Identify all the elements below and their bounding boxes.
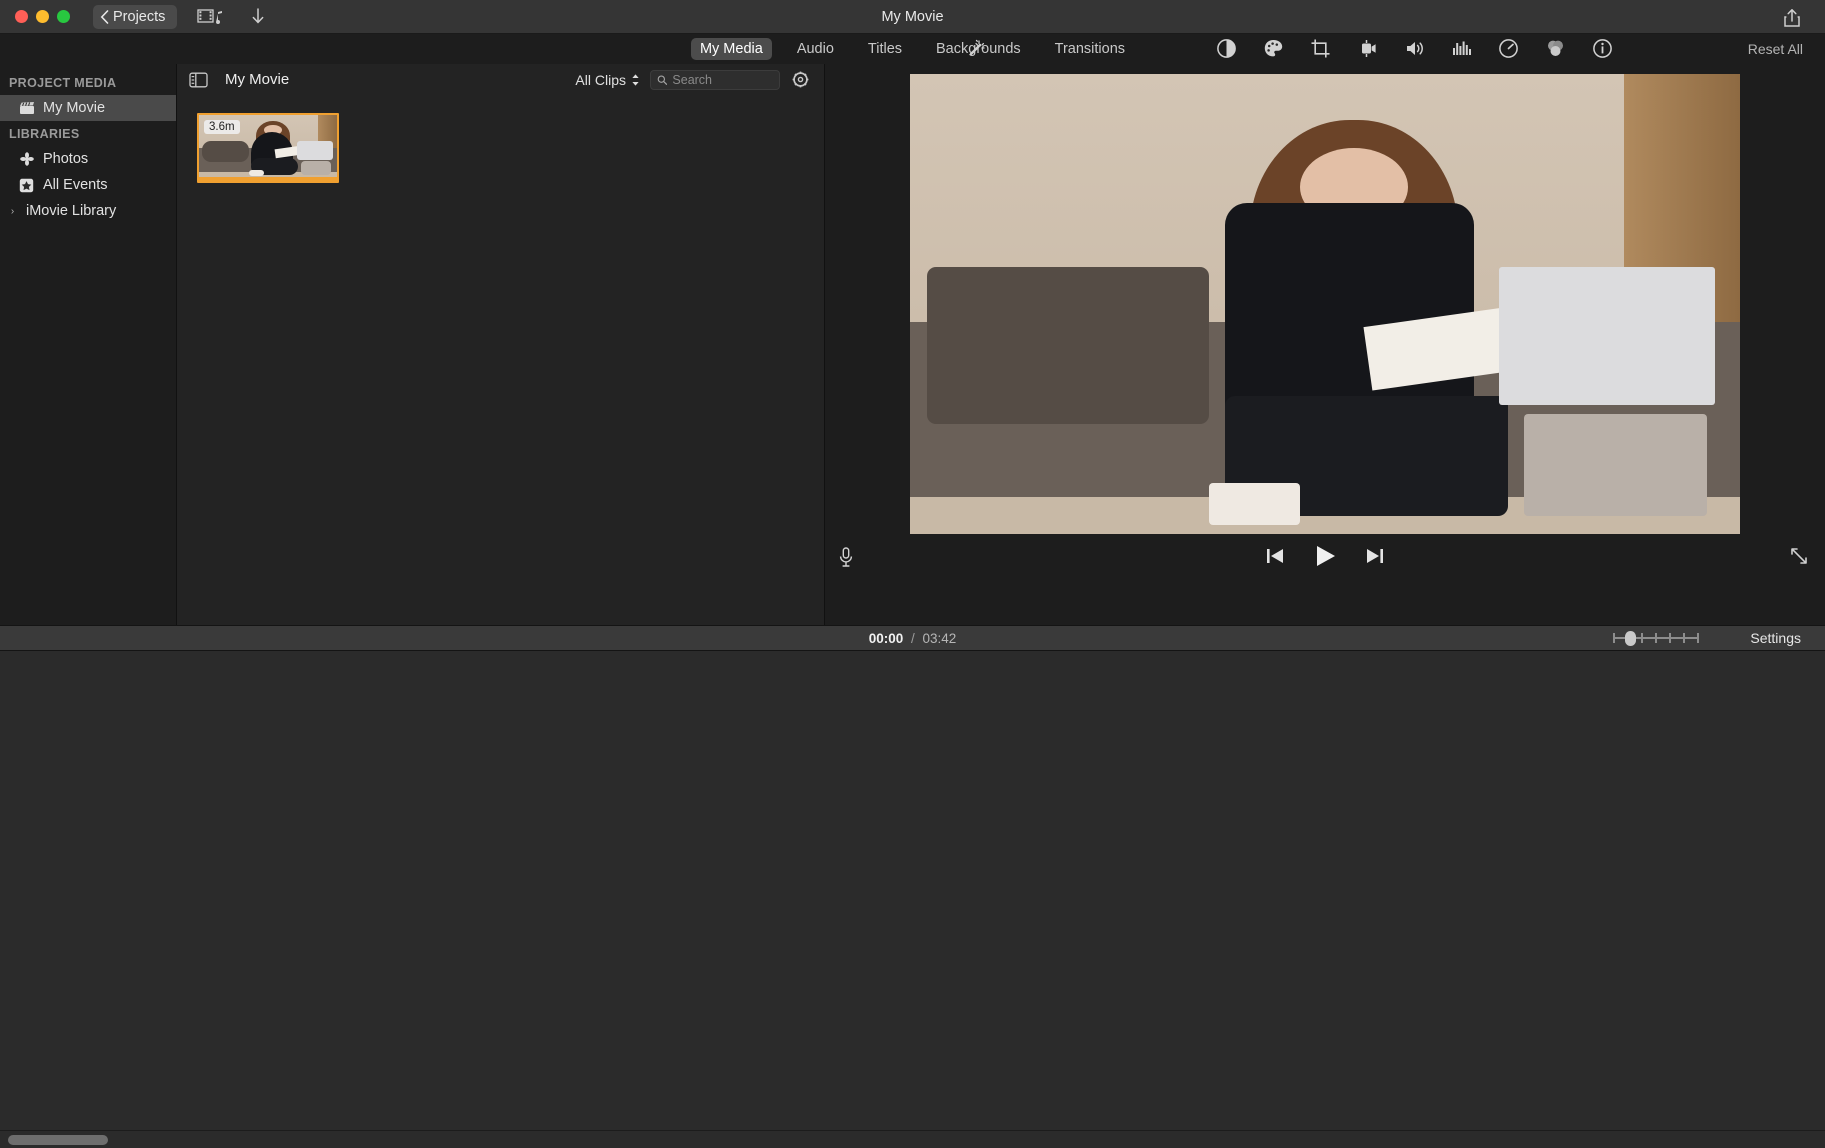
zoom-button[interactable]	[57, 10, 70, 23]
timeline-settings-button[interactable]: Settings	[1750, 630, 1801, 646]
viewer-frame-image	[910, 74, 1740, 534]
timeline-zoom-slider[interactable]	[1613, 631, 1699, 646]
media-browser-title: My Movie	[225, 71, 290, 88]
search-input[interactable]	[672, 72, 773, 87]
current-time: 00:00	[868, 630, 904, 646]
viewer-controls	[825, 534, 1825, 625]
media-tab-bar: My Media Audio Titles Backgrounds Transi…	[0, 34, 1825, 64]
sidebar-item-label: My Movie	[43, 100, 106, 116]
viewer-canvas[interactable]	[910, 74, 1740, 534]
clapperboard-icon	[18, 100, 35, 117]
search-icon	[657, 74, 668, 85]
clip-filter-dropdown[interactable]: All Clips	[575, 72, 640, 88]
color-balance-icon[interactable]	[1215, 37, 1238, 60]
media-browser-toolbar: My Movie All Clips	[177, 64, 824, 95]
clip-filter-label: All Clips	[575, 71, 626, 88]
timecode-display: 00:00 / 03:42	[0, 631, 1825, 646]
section-header-libraries: LIBRARIES	[9, 127, 80, 141]
sidebar-item-label: iMovie Library	[26, 203, 117, 219]
crop-icon[interactable]	[1309, 37, 1332, 60]
section-header-project-media: PROJECT MEDIA	[9, 76, 117, 90]
tab-transitions[interactable]: Transitions	[1046, 38, 1134, 60]
libraries-sidebar: PROJECT MEDIA My Movie LIBRARIES Photos …	[0, 64, 177, 625]
zoom-slider-knob[interactable]	[1625, 631, 1636, 646]
timeline[interactable]: How Many HoursShould You Study?How Many …	[0, 651, 1825, 1148]
equalizer-icon[interactable]	[1450, 37, 1473, 60]
media-browser-grid: 3.6m	[177, 95, 824, 625]
tab-titles[interactable]: Titles	[859, 38, 911, 60]
title-bar: Projects My Movie	[0, 0, 1825, 34]
sidebar-item-my-movie[interactable]: My Movie	[0, 95, 176, 121]
timeline-horizontal-scrollbar[interactable]	[0, 1130, 1825, 1148]
color-correction-palette-icon[interactable]	[1262, 37, 1285, 60]
chevron-right-icon[interactable]: ›	[7, 206, 18, 217]
skip-next-icon[interactable]	[1365, 547, 1385, 565]
time-separator: /	[910, 630, 915, 646]
chevron-left-icon	[100, 9, 109, 24]
media-browser: My Movie All Clips Search 3.6m	[177, 64, 825, 625]
window-title: My Movie	[881, 8, 944, 25]
download-arrow-icon[interactable]	[243, 5, 273, 29]
back-to-projects-label: Projects	[113, 8, 166, 25]
scrollbar-thumb[interactable]	[8, 1135, 108, 1145]
timeline-toolbar: 00:00 / 03:42 Settings	[0, 625, 1825, 651]
photos-flower-icon	[18, 151, 35, 168]
reset-all-button[interactable]: Reset All	[1748, 41, 1803, 57]
main-panes: PROJECT MEDIA My Movie LIBRARIES Photos …	[0, 64, 1825, 625]
filters-icon[interactable]	[1544, 37, 1567, 60]
zoom-slider-track[interactable]	[1613, 631, 1699, 646]
sidebar-item-photos[interactable]: Photos	[0, 146, 176, 172]
chevron-updown-icon	[632, 73, 639, 86]
sidebar-item-all-events[interactable]: All Events	[0, 172, 176, 198]
film-music-icon[interactable]	[195, 5, 225, 29]
viewer-adjustment-tools	[1215, 37, 1614, 60]
sidebar-item-label: All Events	[43, 177, 108, 193]
play-button[interactable]	[1313, 544, 1337, 568]
window-controls[interactable]	[0, 10, 70, 23]
media-clip-item[interactable]: 3.6m	[197, 113, 339, 183]
video-viewer	[825, 64, 1825, 625]
magic-wand-icon[interactable]	[965, 38, 987, 65]
back-to-projects-button[interactable]: Projects	[93, 4, 178, 29]
close-button[interactable]	[15, 10, 28, 23]
stabilization-camera-icon[interactable]	[1356, 37, 1379, 60]
sidebar-item-label: Photos	[43, 151, 89, 167]
star-box-icon	[18, 177, 35, 194]
volume-icon[interactable]	[1403, 37, 1426, 60]
speed-gauge-icon[interactable]	[1497, 37, 1520, 60]
sidebar-item-imovie-library[interactable]: › iMovie Library	[0, 198, 176, 224]
imovie-window: Projects My Movie My Media Audio Titles …	[0, 0, 1825, 1148]
clip-duration-badge: 3.6m	[204, 120, 240, 134]
share-icon[interactable]	[1779, 6, 1805, 29]
fullscreen-arrows-icon[interactable]	[1789, 546, 1809, 571]
minimize-button[interactable]	[36, 10, 49, 23]
transport-controls	[825, 544, 1825, 568]
info-icon[interactable]	[1591, 37, 1614, 60]
sidebar-toggle-icon[interactable]	[187, 70, 209, 89]
media-clip-thumbnail[interactable]: 3.6m	[197, 113, 339, 183]
tab-my-media[interactable]: My Media	[690, 38, 772, 60]
search-field[interactable]	[650, 69, 780, 90]
skip-previous-icon[interactable]	[1265, 547, 1285, 565]
total-time: 03:42	[922, 630, 957, 646]
gear-icon[interactable]	[790, 70, 810, 90]
tab-audio[interactable]: Audio	[788, 38, 843, 60]
